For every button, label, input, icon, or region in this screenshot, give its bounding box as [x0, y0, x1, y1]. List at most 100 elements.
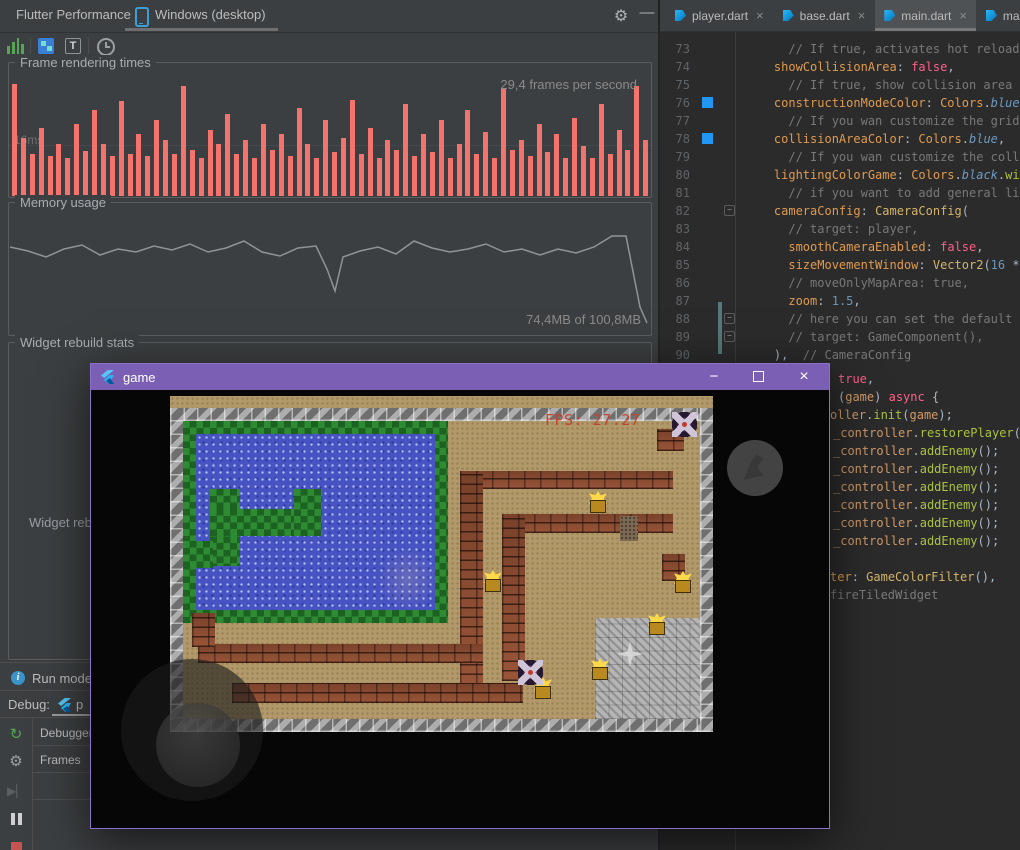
code-line[interactable]: ter: GameColorFilter(), — [830, 568, 996, 586]
code-line[interactable]: _controller.addEnemy(); — [833, 514, 999, 532]
joystick-knob[interactable] — [156, 703, 240, 787]
frame-time-bar — [154, 120, 160, 196]
frame-time-bar — [47, 156, 53, 196]
code-line[interactable]: 76 constructionModeColor: Colors.blue, — [660, 94, 1020, 112]
virtual-joystick[interactable] — [121, 659, 263, 801]
widget-rebuild-toggle-icon[interactable]: T — [65, 38, 81, 54]
code-line[interactable]: 84 smoothCameraEnabled: false, — [660, 238, 1020, 256]
game-map: FPS: 27.27 — [91, 390, 829, 828]
rebuild-message: Widget rebu — [29, 515, 100, 530]
tab-close-icon[interactable]: × — [858, 8, 866, 23]
frame-time-bar — [29, 154, 35, 196]
fold-marker-icon[interactable]: − — [724, 331, 735, 342]
performance-chart-icon[interactable] — [7, 38, 24, 54]
settings-wrench-button[interactable]: ⚙ — [7, 753, 25, 771]
line-number[interactable]: 73 — [660, 40, 690, 58]
code-line[interactable]: _controller.addEnemy(); — [833, 478, 999, 496]
window-minimize-button[interactable]: − — [699, 364, 729, 390]
pause-button[interactable] — [7, 810, 25, 828]
line-number[interactable]: 87 — [660, 292, 690, 310]
frame-time-bar — [403, 104, 409, 196]
tab-frames[interactable]: Frames — [40, 753, 90, 773]
code-line[interactable]: 81 // if you want to add general lighti — [660, 184, 1020, 202]
line-number[interactable]: 90 — [660, 346, 690, 364]
clock-icon[interactable] — [97, 38, 115, 56]
code-line[interactable]: _controller.addEnemy(); — [833, 460, 999, 478]
window-maximize-button[interactable] — [743, 364, 773, 390]
frame-time-bar — [509, 150, 515, 196]
code-line[interactable]: 78 collisionAreaColor: Colors.blue, — [660, 130, 1020, 148]
torch-sprite — [591, 658, 609, 680]
code-line[interactable]: 87 zoom: 1.5, — [660, 292, 1020, 310]
code-line[interactable]: 82− cameraConfig: CameraConfig( — [660, 202, 1020, 220]
attack-button[interactable] — [727, 440, 783, 496]
map-brick — [192, 613, 215, 647]
tab-close-icon[interactable]: × — [756, 8, 764, 23]
editor-tab-main.dart[interactable]: main.dart × — [875, 0, 976, 31]
rerun-button[interactable]: ↻ — [7, 726, 25, 744]
code-line[interactable]: 79 // If you wan customize the collisio — [660, 148, 1020, 166]
line-number[interactable]: 78 — [660, 130, 690, 148]
line-number[interactable]: 89 — [660, 328, 690, 346]
frame-time-bar — [296, 108, 302, 196]
memory-toggle-icon[interactable] — [38, 38, 54, 54]
line-number[interactable]: 74 — [660, 58, 690, 76]
line-number[interactable]: 76 — [660, 94, 690, 112]
code-line[interactable]: _controller.addEnemy(); — [833, 442, 999, 460]
code-line[interactable]: 88− // here you can set the default zoo — [660, 310, 1020, 328]
frame-time-bar — [127, 154, 133, 196]
fold-marker-icon[interactable]: − — [724, 205, 735, 216]
fold-marker-icon[interactable]: − — [724, 313, 735, 324]
panel-minimize-icon[interactable]: — — [638, 4, 656, 26]
frame-time-bar — [349, 100, 355, 196]
line-number[interactable]: 83 — [660, 220, 690, 238]
frame-time-bar — [252, 158, 258, 196]
game-window-titlebar[interactable]: game − × — [91, 364, 829, 390]
code-line[interactable]: _controller.addEnemy(); — [833, 532, 999, 550]
tab-close-icon[interactable]: × — [959, 8, 967, 23]
editor-tab-player.dart[interactable]: player.dart × — [666, 0, 773, 31]
code-line[interactable]: 77 // If you wan customize the grid col — [660, 112, 1020, 130]
code-line[interactable]: 90 ), // CameraConfig — [660, 346, 1020, 364]
game-viewport: FPS: 27.27 — [91, 390, 829, 828]
code-line[interactable]: 80 lightingColorGame: Colors.black.withO… — [660, 166, 1020, 184]
frame-time-bar — [376, 158, 382, 196]
code-line[interactable]: 85 sizeMovementWindow: Vector2(16 * — [660, 256, 1020, 274]
code-line[interactable]: fireTiledWidget — [830, 586, 938, 604]
line-number[interactable]: 86 — [660, 274, 690, 292]
code-line[interactable]: true, — [838, 370, 874, 388]
line-number[interactable]: 82 — [660, 202, 690, 220]
device-tab-windows-desktop[interactable]: Windows (desktop) — [125, 0, 278, 31]
window-close-button[interactable]: × — [789, 364, 819, 390]
line-number[interactable]: 77 — [660, 112, 690, 130]
color-preview-chip[interactable] — [702, 133, 713, 144]
code-line[interactable]: _controller.restorePlayer() — [833, 424, 1020, 442]
code-line[interactable]: (game) async { — [838, 388, 939, 406]
line-number[interactable]: 85 — [660, 256, 690, 274]
tab-debugger[interactable]: Debugger — [40, 726, 90, 746]
frame-time-bar — [536, 124, 542, 196]
editor-tab-map[interactable]: map× — [977, 0, 1020, 31]
line-number[interactable]: 88 — [660, 310, 690, 328]
code-line[interactable]: 86 // moveOnlyMapArea: true, — [660, 274, 1020, 292]
line-number[interactable]: 75 — [660, 76, 690, 94]
line-number[interactable]: 81 — [660, 184, 690, 202]
weapon-icon — [743, 454, 764, 481]
line-number[interactable]: 84 — [660, 238, 690, 256]
code-line[interactable]: 83 // target: player, — [660, 220, 1020, 238]
code-line[interactable]: 73 // If true, activates hot reload to s… — [660, 40, 1020, 58]
code-line[interactable]: 89− // target: GameComponent(), — [660, 328, 1020, 346]
panel-settings-gear-icon[interactable]: ⚙ — [610, 6, 632, 28]
code-line[interactable]: 74 showCollisionArea: false, — [660, 58, 1020, 76]
code-line[interactable]: oller.init(game); — [830, 406, 953, 424]
color-preview-chip[interactable] — [702, 97, 713, 108]
map-grass — [183, 541, 213, 568]
editor-tab-base.dart[interactable]: base.dart × — [774, 0, 875, 31]
code-line[interactable]: _controller.addEnemy(); — [833, 496, 999, 514]
code-line[interactable]: 75 // If true, show collision area of t — [660, 76, 1020, 94]
device-tab-label: Windows (desktop) — [155, 7, 266, 22]
stop-button[interactable] — [7, 839, 25, 850]
line-number[interactable]: 79 — [660, 148, 690, 166]
resume-button[interactable]: ▶▏ — [7, 782, 25, 800]
line-number[interactable]: 80 — [660, 166, 690, 184]
